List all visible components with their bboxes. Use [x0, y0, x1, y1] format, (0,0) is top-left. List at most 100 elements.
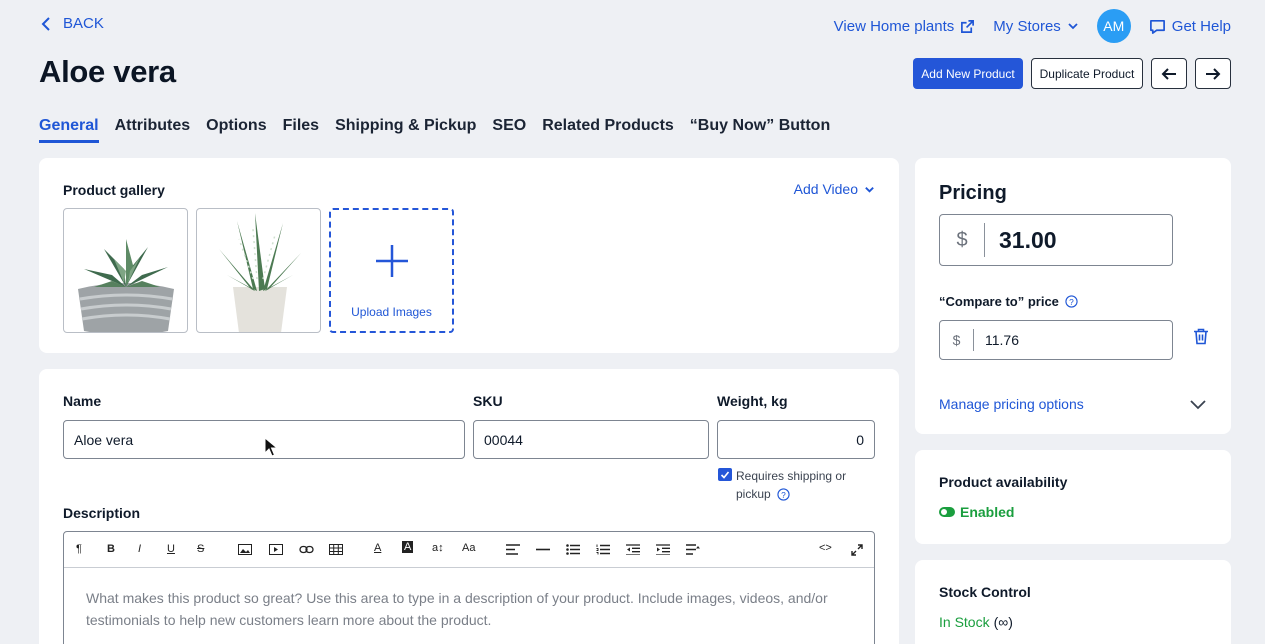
bullet-list-icon[interactable]	[566, 544, 580, 555]
my-stores-dropdown[interactable]: My Stores	[993, 18, 1079, 35]
font-family-icon[interactable]: Aa	[462, 542, 475, 554]
requires-shipping-line1: Requires shipping or	[736, 469, 847, 483]
name-label: Name	[63, 393, 102, 409]
top-right-nav: View Home plants My Stores AM Get Help	[834, 9, 1231, 43]
upload-images-label: Upload Images	[351, 305, 432, 319]
checkmark-icon	[720, 470, 730, 479]
back-label: BACK	[63, 15, 104, 32]
description-placeholder: What makes this product so great? Use th…	[86, 587, 866, 631]
requires-shipping-checkbox[interactable]	[718, 468, 732, 481]
chevron-down-icon	[865, 186, 874, 193]
compare-price-input[interactable]: $ 11.76	[939, 320, 1173, 360]
previous-product-button[interactable]	[1151, 58, 1187, 89]
weight-value: 0	[856, 431, 864, 448]
svg-text:?: ?	[1069, 297, 1074, 307]
aloe-image	[219, 213, 301, 332]
tab-bar: General Attributes Options Files Shippin…	[39, 117, 830, 143]
bold-icon[interactable]: B	[107, 543, 115, 555]
paragraph-icon[interactable]: ¶	[76, 543, 82, 555]
tab-options[interactable]: Options	[206, 117, 266, 143]
my-stores-label: My Stores	[993, 17, 1061, 35]
requires-shipping-label: Requires shipping or pickup ?	[736, 467, 846, 503]
tab-shipping-pickup[interactable]: Shipping & Pickup	[335, 117, 476, 143]
pricing-card: Pricing $ 31.00 “Compare to” price ? $ 1…	[915, 158, 1231, 434]
get-help-link[interactable]: Get Help	[1149, 18, 1231, 35]
tab-buy-now-button[interactable]: “Buy Now” Button	[690, 117, 830, 143]
back-link[interactable]: BACK	[39, 15, 104, 32]
weight-input[interactable]: 0	[717, 420, 875, 459]
gallery-label: Product gallery	[63, 182, 165, 198]
stock-card: Stock Control In Stock (∞)	[915, 560, 1231, 644]
next-product-button[interactable]	[1195, 58, 1231, 89]
font-size-icon[interactable]: a↕	[432, 542, 444, 554]
tab-files[interactable]: Files	[283, 117, 319, 143]
sku-value: 00044	[484, 431, 523, 448]
toggle-switch-icon	[939, 507, 955, 517]
pricing-title: Pricing	[939, 182, 1007, 204]
product-image-1[interactable]	[63, 208, 188, 333]
align-icon[interactable]	[506, 544, 520, 555]
tab-attributes[interactable]: Attributes	[115, 117, 191, 143]
add-video-dropdown[interactable]: Add Video	[794, 181, 875, 197]
text-color-icon[interactable]: A	[374, 542, 381, 554]
succulent-image	[78, 239, 174, 332]
price-value: 31.00	[999, 226, 1057, 253]
availability-toggle[interactable]: Enabled	[939, 504, 1014, 520]
numbered-list-icon[interactable]	[596, 544, 610, 555]
stock-status: In Stock	[939, 614, 990, 630]
compare-price-value: 11.76	[985, 332, 1019, 348]
indent-icon[interactable]	[656, 544, 670, 555]
stock-status-row: In Stock (∞)	[939, 614, 1013, 630]
weight-label: Weight, kg	[717, 393, 788, 409]
upload-images-button[interactable]: Upload Images	[329, 208, 454, 333]
arrow-left-icon	[1161, 67, 1176, 80]
chevron-down-icon[interactable]	[1189, 398, 1207, 410]
video-icon[interactable]	[269, 544, 283, 555]
stock-quantity: (∞)	[993, 614, 1013, 630]
horizontal-rule-icon[interactable]	[536, 544, 550, 555]
details-card: Name Aloe vera SKU 00044 Weight, kg 0 Re…	[39, 369, 899, 644]
chat-icon	[1149, 19, 1165, 34]
underline-icon[interactable]: U	[167, 543, 175, 555]
italic-icon[interactable]: I	[138, 543, 141, 555]
tab-related-products[interactable]: Related Products	[542, 117, 674, 143]
view-store-label: View Home plants	[833, 17, 955, 35]
price-input[interactable]: $ 31.00	[939, 214, 1173, 266]
arrow-right-icon	[1206, 67, 1221, 80]
table-icon[interactable]	[329, 544, 343, 555]
trash-icon[interactable]	[1193, 328, 1209, 345]
avatar[interactable]: AM	[1096, 9, 1131, 43]
help-icon[interactable]: ?	[777, 487, 790, 501]
link-icon[interactable]	[299, 544, 314, 555]
compare-price-currency: $	[940, 329, 974, 351]
tab-seo[interactable]: SEO	[492, 117, 526, 143]
add-new-product-button[interactable]: Add New Product	[913, 58, 1023, 89]
product-image-2[interactable]	[196, 208, 321, 333]
chevron-left-icon	[41, 16, 50, 31]
availability-card: Product availability Enabled	[915, 450, 1231, 544]
line-height-icon[interactable]	[686, 544, 702, 555]
description-placeholder-line2: testimonials to help new customers learn…	[86, 612, 492, 628]
help-icon[interactable]: ?	[1065, 295, 1078, 308]
get-help-label: Get Help	[1171, 17, 1231, 35]
description-editor[interactable]: ¶ B I U S A A a↕ Aa <> What makes this p…	[63, 531, 875, 644]
duplicate-product-button[interactable]: Duplicate Product	[1031, 58, 1143, 89]
fullscreen-icon[interactable]	[851, 544, 863, 556]
background-color-icon[interactable]: A	[402, 541, 414, 553]
manage-pricing-link[interactable]: Manage pricing options	[939, 396, 1084, 412]
image-icon[interactable]	[238, 544, 252, 555]
code-view-icon[interactable]: <>	[819, 542, 832, 554]
outdent-icon[interactable]	[626, 544, 640, 555]
view-store-link[interactable]: View Home plants	[834, 18, 976, 35]
description-placeholder-line1: What makes this product so great? Use th…	[86, 590, 828, 606]
add-video-label: Add Video	[793, 181, 858, 197]
editor-toolbar: ¶ B I U S A A a↕ Aa <>	[64, 532, 874, 568]
tab-general[interactable]: General	[39, 117, 99, 143]
gallery-card: Product gallery Add Video Upload Images	[39, 158, 899, 353]
svg-text:?: ?	[781, 489, 786, 499]
compare-price-label: “Compare to” price	[939, 294, 1059, 309]
strikethrough-icon[interactable]: S	[197, 543, 204, 555]
plus-icon	[375, 245, 408, 277]
chevron-down-icon	[1068, 23, 1078, 30]
sku-input[interactable]: 00044	[473, 420, 709, 459]
